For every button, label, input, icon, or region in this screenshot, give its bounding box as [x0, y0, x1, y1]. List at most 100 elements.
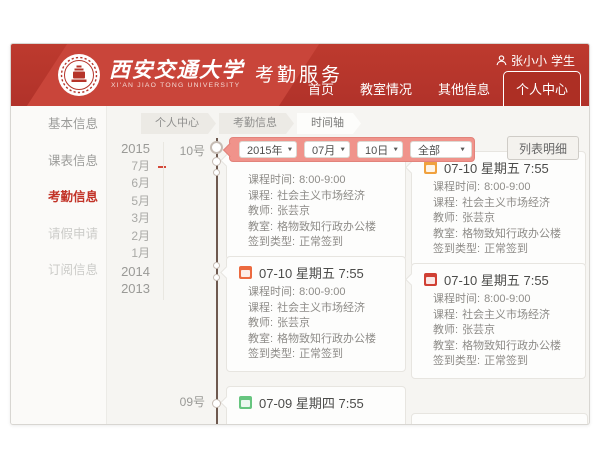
sidebar-item-attendance-info[interactable]: 考勤信息: [11, 179, 106, 216]
user-info[interactable]: 张小小 学生: [496, 52, 575, 69]
card-header: 07-10 星期五 7:55: [239, 262, 397, 282]
card-field: 教师:张芸京: [433, 323, 577, 339]
timeline-nav-month-05[interactable]: 5月: [106, 193, 158, 211]
field-label: 教室:: [248, 333, 273, 345]
timeline-node: [213, 262, 220, 269]
calendar-orange-red-icon: [239, 266, 252, 279]
card-field: 教室:格物致知行政办公楼: [433, 339, 577, 355]
card-field: 教室:格物致知行政办公楼: [248, 220, 397, 236]
card-body: [239, 412, 397, 415]
breadcrumb: 个人中心考勤信息时间轴: [141, 113, 361, 134]
field-label: 课程时间:: [433, 293, 480, 305]
chevron-down-icon: ▼: [392, 147, 399, 153]
field-label: 教师:: [248, 205, 273, 217]
page: 西安交通大学 XI'AN JIAO TONG UNIVERSITY 考勤服务 张…: [0, 0, 600, 450]
field-label: 课程时间:: [248, 174, 295, 186]
day-dropdown-value: 10日: [365, 142, 388, 158]
partial-card: [411, 413, 588, 425]
timeline-nav-year-2015[interactable]: 2015: [106, 140, 158, 158]
year-dropdown[interactable]: 2015年▼: [239, 141, 297, 158]
card-header: 07-09 星期四 7:55: [239, 392, 397, 412]
card-header: 07-10 星期五 7:55: [424, 269, 577, 289]
field-value: 社会主义市场经济: [277, 302, 365, 314]
field-label: 签到类型:: [433, 243, 480, 255]
card-field: 课程时间: 8:00-9:00: [433, 292, 577, 308]
sidebar-item-leave-request[interactable]: 请假申请: [11, 216, 106, 253]
field-label: 签到类型:: [248, 348, 295, 360]
card-arrow: [220, 396, 233, 409]
breadcrumb-item-attendance-info[interactable]: 考勤信息: [219, 113, 294, 134]
timeline-nav-year-2014[interactable]: 2014: [106, 263, 158, 281]
card-field: 教师:张芸京: [248, 316, 397, 332]
user-role: 学生: [551, 52, 575, 69]
nav-tab-other-info[interactable]: 其他信息: [425, 72, 503, 106]
nav-tab-home[interactable]: 首页: [295, 72, 347, 106]
card-field: 签到类型:正常签到: [433, 354, 577, 370]
timeline-nav-year-2013[interactable]: 2013: [106, 280, 158, 298]
timeline-nav-month-01[interactable]: 1月: [106, 245, 158, 263]
field-value: 张芸京: [462, 324, 495, 336]
card-field: 签到类型: 正常签到: [248, 235, 397, 251]
card-field: 签到类型:正常签到: [433, 242, 577, 258]
card-body: 课程时间:8:00-9:00课程:社会主义市场经济教师:张芸京教室:格物致知行政…: [239, 282, 397, 363]
chevron-down-icon: ▼: [459, 147, 466, 153]
university-name-cn: 西安交通大学: [109, 54, 244, 84]
breadcrumb-item-personal-center[interactable]: 个人中心: [141, 113, 216, 134]
timeline-nav-month-02[interactable]: 2月: [106, 228, 158, 246]
filter-band: 2015年▼07月▼10日▼全部▼: [229, 137, 475, 162]
attendance-card-r2-left: 07-10 星期五 7:55课程时间:8:00-9:00课程:社会主义市场经济教…: [226, 256, 406, 372]
field-value: 8:00-9:00: [484, 293, 530, 305]
card-body: 课程时间:8:00-9:00课程:社会主义市场经济教师:张芸京教室:格物致知行政…: [424, 177, 577, 258]
field-value: 正常签到: [299, 348, 343, 360]
card-body: 课程时间: 8:00-9:00 课程:社会主义市场经济教师:张芸京教室:格物致知行政…: [424, 289, 577, 370]
field-value: 正常签到: [484, 355, 528, 367]
user-name: 张小小: [511, 52, 547, 69]
nav-tab-classroom-info[interactable]: 教室情况: [347, 72, 425, 106]
timeline-nav-month-03[interactable]: 3月: [106, 210, 158, 228]
chevron-down-icon: ▼: [286, 147, 293, 153]
field-value: 社会主义市场经济: [462, 309, 550, 321]
app-header: 西安交通大学 XI'AN JIAO TONG UNIVERSITY 考勤服务 张…: [11, 44, 589, 106]
university-name-en: XI'AN JIAO TONG UNIVERSITY: [111, 82, 240, 89]
sidebar-item-basic-info[interactable]: 基本信息: [11, 106, 106, 143]
card-field: 教师: 张芸京: [248, 204, 397, 220]
card-field: 课程:社会主义市场经济: [433, 308, 577, 324]
card-field: 教室:格物致知行政办公楼: [433, 227, 577, 243]
field-value: 张芸京: [462, 212, 495, 224]
app-window: 西安交通大学 XI'AN JIAO TONG UNIVERSITY 考勤服务 张…: [10, 43, 590, 425]
chevron-down-icon: ▼: [339, 147, 346, 153]
timeline-month-nav: 20157月6月5月3月2月1月20142013: [106, 140, 158, 298]
field-value: 正常签到: [299, 236, 343, 248]
timeline-line: [216, 138, 218, 424]
field-label: 课程:: [433, 197, 458, 209]
field-label: 教室:: [433, 340, 458, 352]
list-detail-button[interactable]: 列表明细: [507, 136, 579, 160]
field-value: 格物致知行政办公楼: [462, 228, 561, 240]
month-dropdown[interactable]: 07月 ▼: [304, 141, 350, 158]
card-body: 课程时间:8:00-9:00课程:社会主义市场经济教师:张芸京教室:格物致知行政…: [239, 170, 397, 251]
day-dropdown[interactable]: 10日 ▼: [357, 141, 403, 158]
timeline-scale-line: [163, 142, 164, 300]
field-value: 格物致知行政办公楼: [277, 333, 376, 345]
type-dropdown[interactable]: 全部▼: [410, 141, 472, 158]
card-field: 签到类型: 正常签到: [248, 347, 397, 363]
card-field: 教师:张芸京: [433, 211, 577, 227]
card-field: 课程时间: 8:00-9:00: [248, 173, 397, 189]
breadcrumb-item-timeline[interactable]: 时间轴: [297, 113, 361, 134]
field-label: 课程:: [248, 190, 273, 202]
month-dropdown-value: 07月: [312, 142, 335, 158]
person-icon: [496, 55, 507, 66]
calendar-orange-icon: [424, 161, 437, 174]
timeline-nav-month-06[interactable]: 6月: [106, 175, 158, 193]
field-value: 8:00-9:00: [299, 174, 345, 186]
day-marker-09: 09号: [161, 393, 205, 410]
timeline-nav-month-07[interactable]: 7月: [106, 158, 158, 176]
sidebar-item-subscription-info[interactable]: 订阅信息: [11, 252, 106, 289]
field-label: 签到类型:: [248, 236, 295, 248]
field-value: 张芸京: [277, 205, 310, 217]
sidebar-item-timetable-info[interactable]: 课表信息: [11, 143, 106, 180]
nav-tab-personal-center[interactable]: 个人中心: [503, 71, 581, 106]
timeline-node: [213, 169, 220, 176]
field-label: 教师:: [248, 317, 273, 329]
timeline-node: [212, 157, 221, 166]
